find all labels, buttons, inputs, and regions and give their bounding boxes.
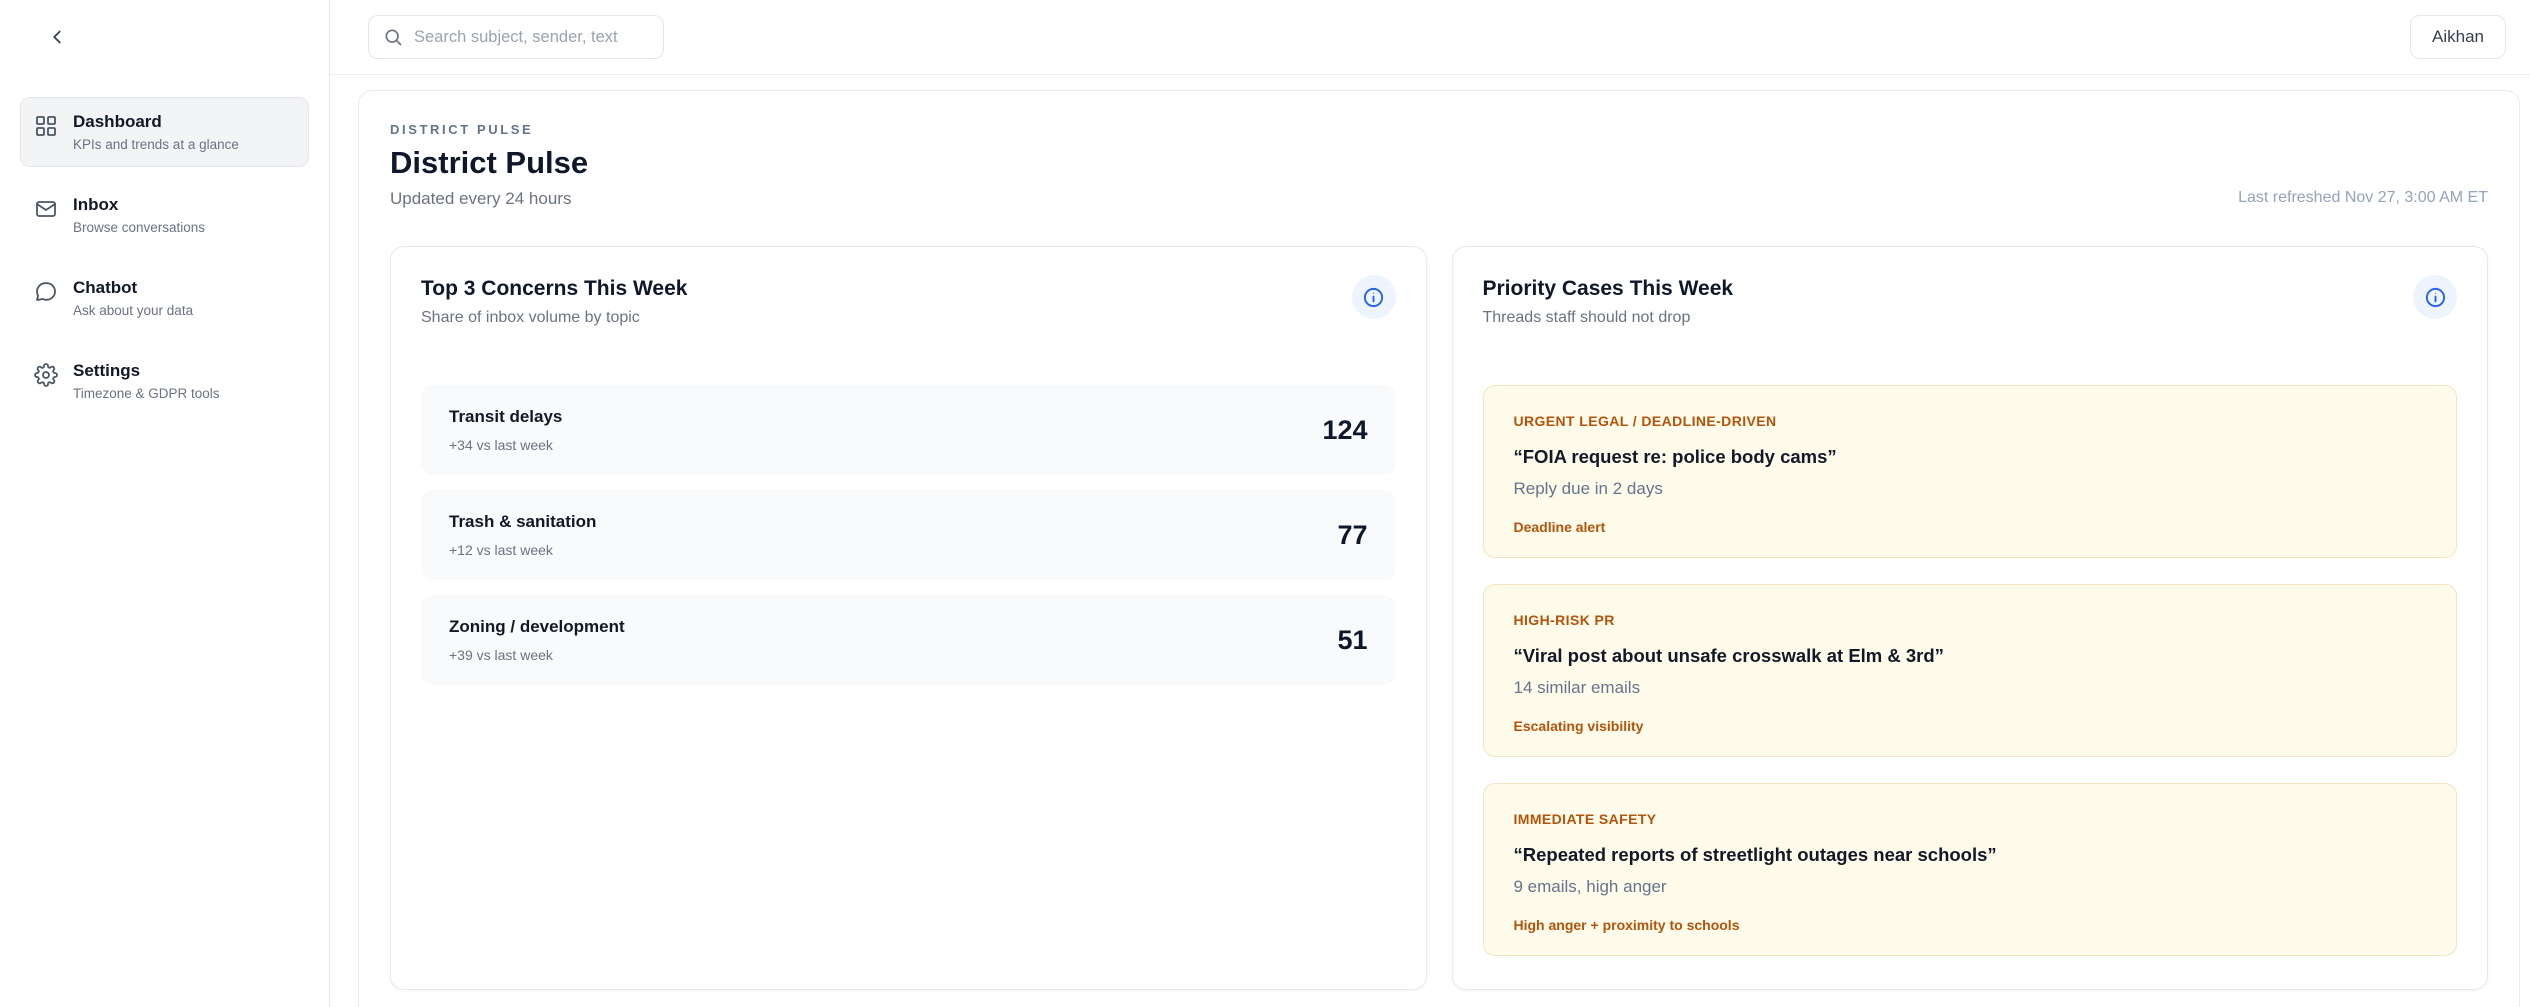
info-button[interactable] [1352, 275, 1396, 319]
sidebar-item-description: Timezone & GDPR tools [73, 386, 220, 401]
card-title: Priority Cases This Week [1483, 277, 1734, 301]
priority-cases-header: Priority Cases This Week Threads staff s… [1483, 277, 2458, 327]
case-category: IMMEDIATE SAFETY [1514, 811, 2427, 827]
concern-row-text: Trash & sanitation +12 vs last week [449, 512, 596, 558]
case-tag: Escalating visibility [1514, 718, 2427, 734]
sidebar-item-description: KPIs and trends at a glance [73, 137, 239, 152]
concern-row: Zoning / development +39 vs last week 51 [421, 595, 1396, 685]
info-button[interactable] [2413, 275, 2457, 319]
concern-delta: +34 vs last week [449, 437, 562, 453]
case-meta: Reply due in 2 days [1514, 479, 2427, 499]
page-header: DISTRICT PULSE District Pulse Updated ev… [390, 122, 2488, 209]
concern-delta: +39 vs last week [449, 647, 625, 663]
top-concerns-header: Top 3 Concerns This Week Share of inbox … [421, 277, 1396, 327]
priority-cases-card: Priority Cases This Week Threads staff s… [1452, 246, 2489, 990]
concern-delta: +12 vs last week [449, 542, 596, 558]
card-title: Top 3 Concerns This Week [421, 277, 687, 301]
case-meta: 14 similar emails [1514, 678, 2427, 698]
concern-rows: Transit delays +34 vs last week 124 Tras… [421, 385, 1396, 685]
sidebar-item-label: Settings [73, 360, 220, 381]
concern-topic: Trash & sanitation [449, 512, 596, 532]
case-category: URGENT LEGAL / DEADLINE-DRIVEN [1514, 413, 2427, 429]
case-meta: 9 emails, high anger [1514, 877, 2427, 897]
page-subtitle: Updated every 24 hours [390, 189, 588, 209]
top-concerns-header-text: Top 3 Concerns This Week Share of inbox … [421, 277, 687, 327]
concern-count: 77 [1337, 520, 1367, 551]
concern-count: 124 [1322, 415, 1367, 446]
concern-row: Transit delays +34 vs last week 124 [421, 385, 1396, 475]
case-tag: High anger + proximity to schools [1514, 917, 2427, 933]
case-headline: “Viral post about unsafe crosswalk at El… [1514, 645, 2427, 667]
sidebar-nav: Dashboard KPIs and trends at a glance In… [20, 97, 309, 416]
case-headline: “Repeated reports of streetlight outages… [1514, 844, 2427, 866]
sidebar-item-inbox[interactable]: Inbox Browse conversations [20, 180, 309, 250]
sidebar: Dashboard KPIs and trends at a glance In… [0, 0, 330, 1007]
sidebar-item-description: Ask about your data [73, 303, 193, 318]
priority-case-list: URGENT LEGAL / DEADLINE-DRIVEN “FOIA req… [1483, 385, 2458, 956]
page-title: District Pulse [390, 145, 588, 181]
case-headline: “FOIA request re: police body cams” [1514, 446, 2427, 468]
topbar: Aikhan [330, 0, 2530, 75]
gear-icon [34, 363, 58, 392]
user-button[interactable]: Aikhan [2410, 15, 2506, 59]
sidebar-item-chatbot[interactable]: Chatbot Ask about your data [20, 263, 309, 333]
info-icon [1362, 286, 1385, 309]
top-concerns-card: Top 3 Concerns This Week Share of inbox … [390, 246, 1427, 990]
case-category: HIGH-RISK PR [1514, 612, 2427, 628]
last-refreshed-text: Last refreshed Nov 27, 3:00 AM ET [2238, 189, 2488, 209]
card-subtitle: Threads staff should not drop [1483, 309, 1734, 327]
page-header-left: DISTRICT PULSE District Pulse Updated ev… [390, 122, 588, 209]
concern-topic: Zoning / development [449, 617, 625, 637]
cards-grid: Top 3 Concerns This Week Share of inbox … [390, 246, 2488, 990]
sidebar-item-label: Dashboard [73, 111, 239, 132]
info-icon [2424, 286, 2447, 309]
concern-row-text: Zoning / development +39 vs last week [449, 617, 625, 663]
search-icon [383, 27, 403, 47]
case-tag: Deadline alert [1514, 519, 2427, 535]
sidebar-collapse-button[interactable] [42, 22, 72, 52]
concern-topic: Transit delays [449, 407, 562, 427]
sidebar-item-label: Inbox [73, 194, 205, 215]
card-subtitle: Share of inbox volume by topic [421, 309, 687, 327]
sidebar-item-label: Chatbot [73, 277, 193, 298]
search-input[interactable] [414, 28, 649, 47]
chevron-left-icon [46, 26, 68, 48]
content-wrap: DISTRICT PULSE District Pulse Updated ev… [330, 75, 2530, 1007]
grid-icon [34, 114, 58, 143]
mail-icon [34, 197, 58, 226]
sidebar-item-dashboard[interactable]: Dashboard KPIs and trends at a glance [20, 97, 309, 167]
main-area: Aikhan DISTRICT PULSE District Pulse Upd… [330, 0, 2530, 1007]
priority-case: HIGH-RISK PR “Viral post about unsafe cr… [1483, 584, 2458, 757]
dashboard-panel: DISTRICT PULSE District Pulse Updated ev… [358, 90, 2520, 1007]
concern-row-text: Transit delays +34 vs last week [449, 407, 562, 453]
sidebar-item-settings[interactable]: Settings Timezone & GDPR tools [20, 346, 309, 416]
priority-case: IMMEDIATE SAFETY “Repeated reports of st… [1483, 783, 2458, 956]
concern-count: 51 [1337, 625, 1367, 656]
priority-case: URGENT LEGAL / DEADLINE-DRIVEN “FOIA req… [1483, 385, 2458, 558]
chat-bubble-icon [34, 280, 58, 309]
sidebar-item-description: Browse conversations [73, 220, 205, 235]
concern-row: Trash & sanitation +12 vs last week 77 [421, 490, 1396, 580]
breadcrumb: DISTRICT PULSE [390, 122, 588, 137]
priority-cases-header-text: Priority Cases This Week Threads staff s… [1483, 277, 1734, 327]
search-box[interactable] [368, 15, 664, 59]
